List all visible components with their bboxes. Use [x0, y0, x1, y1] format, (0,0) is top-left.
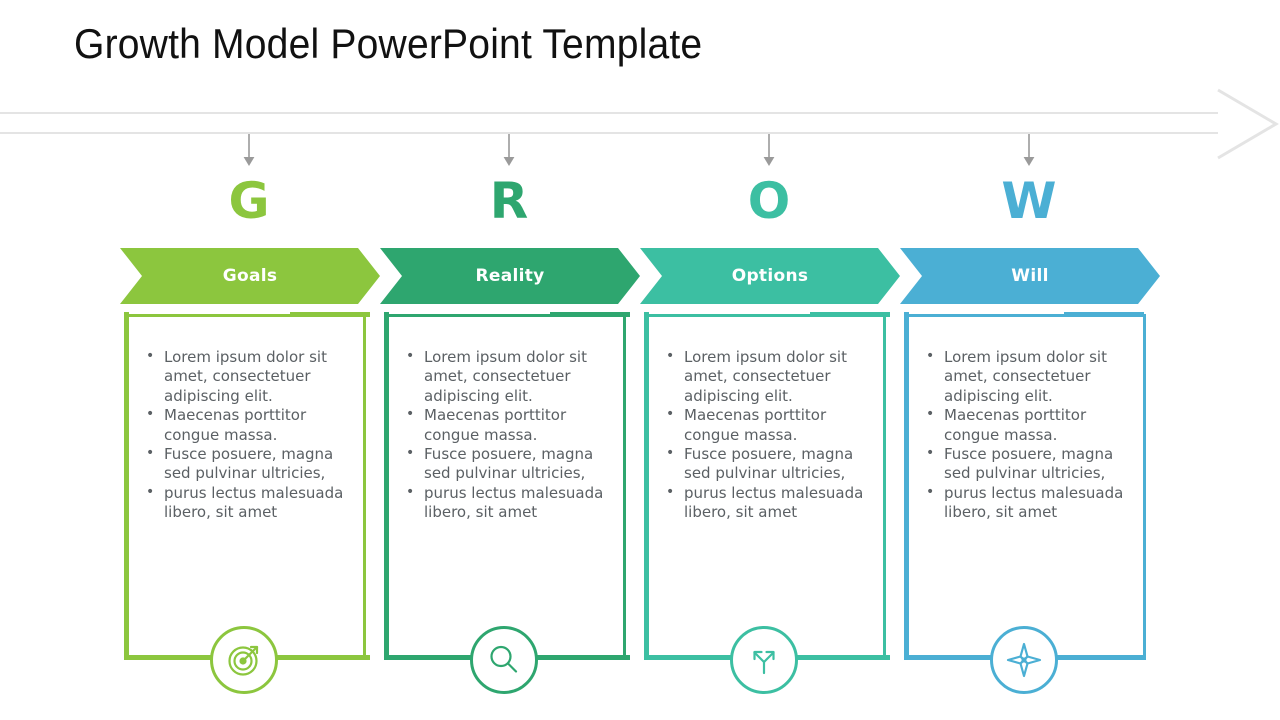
arrow-down-icon [1022, 134, 1036, 168]
list-item: purus lectus malesuada libero, sit amet [662, 483, 864, 523]
bullet-list-goals: Lorem ipsum dolor sit amet, consectetuer… [142, 347, 344, 523]
content-frame-top-segment [1064, 312, 1144, 317]
grow-letter-options: O [747, 172, 791, 230]
list-item: Maecenas porttitor congue massa. [142, 405, 344, 445]
page-title: Growth Model PowerPoint Template [74, 20, 703, 67]
list-item: Maecenas porttitor congue massa. [402, 405, 604, 445]
phase-banner-label: Will [1011, 266, 1049, 286]
list-item: Fusce posuere, magna sed pulvinar ultric… [142, 444, 344, 484]
phase-banner-label: Reality [475, 266, 545, 286]
arrow-down-icon [242, 134, 256, 168]
grow-letter-reality: R [489, 172, 529, 230]
list-item: purus lectus malesuada libero, sit amet [922, 483, 1124, 523]
list-item: Lorem ipsum dolor sit amet, consectetuer… [142, 347, 344, 406]
grow-letter-goals: G [228, 172, 270, 230]
list-item: Fusce posuere, magna sed pulvinar ultric… [402, 444, 604, 484]
list-item: purus lectus malesuada libero, sit amet [402, 483, 604, 523]
list-item: Maecenas porttitor congue massa. [922, 405, 1124, 445]
content-frame-top-segment [810, 312, 890, 317]
timeline-bar [0, 112, 1218, 134]
phase-banner-will[interactable]: Will [900, 248, 1160, 304]
phase-banner-goals[interactable]: Goals [120, 248, 380, 304]
bullet-list-reality: Lorem ipsum dolor sit amet, consectetuer… [402, 347, 604, 523]
grow-letter-will: W [1001, 172, 1057, 230]
phase-banner-label: Options [731, 266, 809, 286]
list-item: Lorem ipsum dolor sit amet, consectetuer… [402, 347, 604, 406]
phase-banner-label: Goals [222, 266, 278, 286]
list-item: Lorem ipsum dolor sit amet, consectetuer… [662, 347, 864, 406]
magnifying-glass-icon [470, 626, 538, 694]
content-frame-top-segment [550, 312, 630, 317]
phase-banner-options[interactable]: Options [640, 248, 900, 304]
list-item: Fusce posuere, magna sed pulvinar ultric… [662, 444, 864, 484]
arrow-down-icon [762, 134, 776, 168]
list-item: Maecenas porttitor congue massa. [662, 405, 864, 445]
content-frame-top-segment [290, 312, 370, 317]
compass-rose-icon [990, 626, 1058, 694]
list-item: purus lectus malesuada libero, sit amet [142, 483, 344, 523]
phase-banner-reality[interactable]: Reality [380, 248, 640, 304]
bullet-list-options: Lorem ipsum dolor sit amet, consectetuer… [662, 347, 864, 523]
list-item: Fusce posuere, magna sed pulvinar ultric… [922, 444, 1124, 484]
arrow-down-icon [502, 134, 516, 168]
target-bullseye-icon [210, 626, 278, 694]
bullet-list-will: Lorem ipsum dolor sit amet, consectetuer… [922, 347, 1124, 523]
fork-in-road-icon [730, 626, 798, 694]
list-item: Lorem ipsum dolor sit amet, consectetuer… [922, 347, 1124, 406]
